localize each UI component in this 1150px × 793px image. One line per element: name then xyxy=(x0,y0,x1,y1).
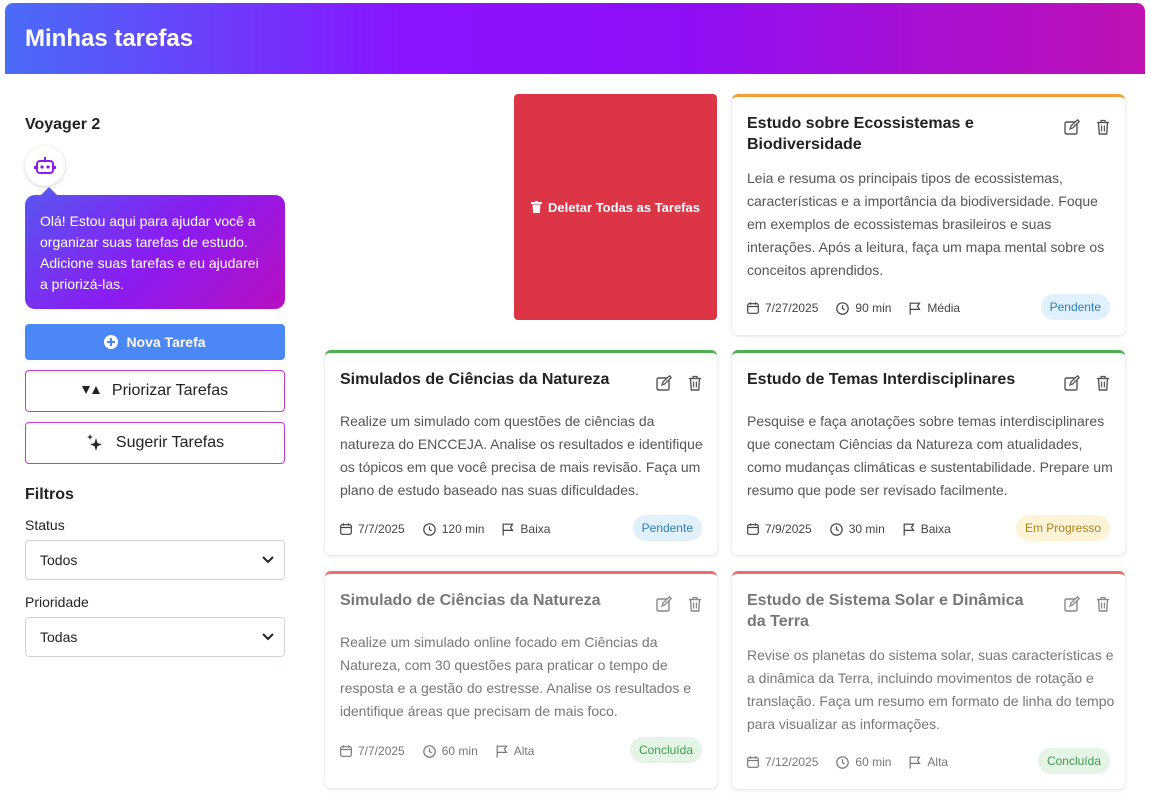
sort-triangles-icon xyxy=(81,386,100,396)
task-description: Revise os planetas do sistema solar, sua… xyxy=(747,647,1115,732)
task-card: Estudo sobre Ecossistemas e Biodiversida… xyxy=(732,94,1125,335)
status-filter-value: Todos xyxy=(40,552,78,568)
app-header: Minhas tarefas xyxy=(5,3,1145,74)
robot-icon xyxy=(34,156,56,176)
new-task-label: Nova Tarefa xyxy=(126,334,206,350)
suggest-tasks-button[interactable]: Sugerir Tarefas xyxy=(25,422,285,464)
status-filter-label: Status xyxy=(25,517,65,533)
status-badge: Pendente xyxy=(632,515,702,541)
task-description: Leia e resuma os principais tipos de eco… xyxy=(747,170,1105,278)
task-title: Estudo de Temas Interdisciplinares xyxy=(747,371,1016,388)
task-title: Estudo sobre Ecossistemas e Biodiversida… xyxy=(747,115,974,153)
calendar-icon xyxy=(747,523,759,535)
clock-icon xyxy=(829,522,843,536)
flag-icon xyxy=(909,756,922,769)
status-badge: Concluída xyxy=(1037,748,1110,774)
task-date: 7/27/2025 xyxy=(765,301,819,315)
clock-icon xyxy=(836,301,850,315)
trash-icon[interactable] xyxy=(1096,596,1110,612)
prioritize-label: Priorizar Tarefas xyxy=(111,382,229,399)
priority-filter-select[interactable]: Todas xyxy=(25,617,285,657)
trash-icon[interactable] xyxy=(1096,375,1110,391)
task-priority: Média xyxy=(927,301,961,315)
calendar-icon xyxy=(340,523,352,535)
assistant-message: Olá! Estou aqui para ajudar você a organ… xyxy=(25,187,285,309)
status-badge: Pendente xyxy=(1040,294,1110,320)
task-duration: 30 min xyxy=(848,522,885,536)
clock-icon xyxy=(422,744,436,758)
task-priority: Baixa xyxy=(520,522,551,536)
flag-icon xyxy=(903,523,915,536)
task-priority: Alta xyxy=(513,744,535,758)
task-date: 7/12/2025 xyxy=(765,755,819,769)
trash-icon[interactable] xyxy=(688,596,702,612)
task-duration: 90 min xyxy=(855,301,892,315)
edit-icon[interactable] xyxy=(656,596,672,612)
priority-filter-label: Prioridade xyxy=(25,594,89,610)
new-task-button[interactable]: Nova Tarefa xyxy=(25,324,285,360)
trash-icon[interactable] xyxy=(1096,119,1110,135)
delete-all-tasks-button[interactable]: Deletar Todas as Tarefas xyxy=(514,94,717,320)
task-card: Estudo de Temas Interdisciplinares Pesqu… xyxy=(732,350,1125,555)
task-title: Simulado de Ciências da Natureza xyxy=(340,592,601,609)
calendar-icon xyxy=(340,745,352,757)
clock-icon xyxy=(836,755,850,769)
clock-icon xyxy=(422,522,436,536)
task-duration: 60 min xyxy=(855,755,892,769)
flag-icon xyxy=(909,302,922,315)
task-date: 7/7/2025 xyxy=(358,744,405,758)
task-description: Pesquise e faça anotações sobre temas in… xyxy=(747,413,1113,498)
chevron-down-icon xyxy=(262,632,274,642)
prioritize-tasks-button[interactable]: Priorizar Tarefas xyxy=(25,370,285,412)
priority-filter-value: Todas xyxy=(40,629,78,645)
status-badge: Em Progresso xyxy=(1015,515,1110,541)
assistant-avatar xyxy=(25,146,65,186)
task-description: Realize um simulado online focado em Ciê… xyxy=(340,634,691,719)
flag-icon xyxy=(502,523,515,536)
edit-icon[interactable] xyxy=(1064,119,1080,135)
sparkles-icon xyxy=(86,434,104,452)
flag-icon xyxy=(496,745,508,758)
task-title: Estudo de Sistema Solar e Dinâmica da Te… xyxy=(747,592,1024,630)
task-priority: Baixa xyxy=(920,522,951,536)
edit-icon[interactable] xyxy=(1064,596,1080,612)
task-duration: 120 min xyxy=(441,522,485,536)
plus-circle-icon xyxy=(104,335,119,349)
status-filter-select[interactable]: Todos xyxy=(25,540,285,580)
task-duration: 60 min xyxy=(441,744,478,758)
task-card: Simulado de Ciências da Natureza Realize… xyxy=(325,571,717,788)
edit-icon[interactable] xyxy=(1064,375,1080,391)
suggest-label: Sugerir Tarefas xyxy=(115,434,225,451)
calendar-icon xyxy=(747,756,759,768)
task-title: Simulados de Ciências da Natureza xyxy=(340,371,610,388)
edit-icon[interactable] xyxy=(656,375,672,391)
calendar-icon xyxy=(747,302,759,314)
task-date: 7/7/2025 xyxy=(358,522,405,536)
page-title: Minhas tarefas xyxy=(25,24,194,52)
task-card: Simulados de Ciências da Natureza Realiz… xyxy=(325,350,717,555)
trash-icon xyxy=(531,201,542,213)
chevron-down-icon xyxy=(262,555,274,565)
assistant-name: Voyager 2 xyxy=(25,116,101,133)
delete-all-label: Deletar Todas as Tarefas xyxy=(548,199,700,215)
task-description: Realize um simulado com questões de ciên… xyxy=(340,413,703,498)
trash-icon[interactable] xyxy=(688,375,702,391)
status-badge: Concluída xyxy=(629,737,702,763)
task-priority: Alta xyxy=(927,755,949,769)
task-date: 7/9/2025 xyxy=(765,522,812,536)
task-card: Estudo de Sistema Solar e Dinâmica da Te… xyxy=(732,571,1125,789)
filters-title: Filtros xyxy=(25,486,74,503)
